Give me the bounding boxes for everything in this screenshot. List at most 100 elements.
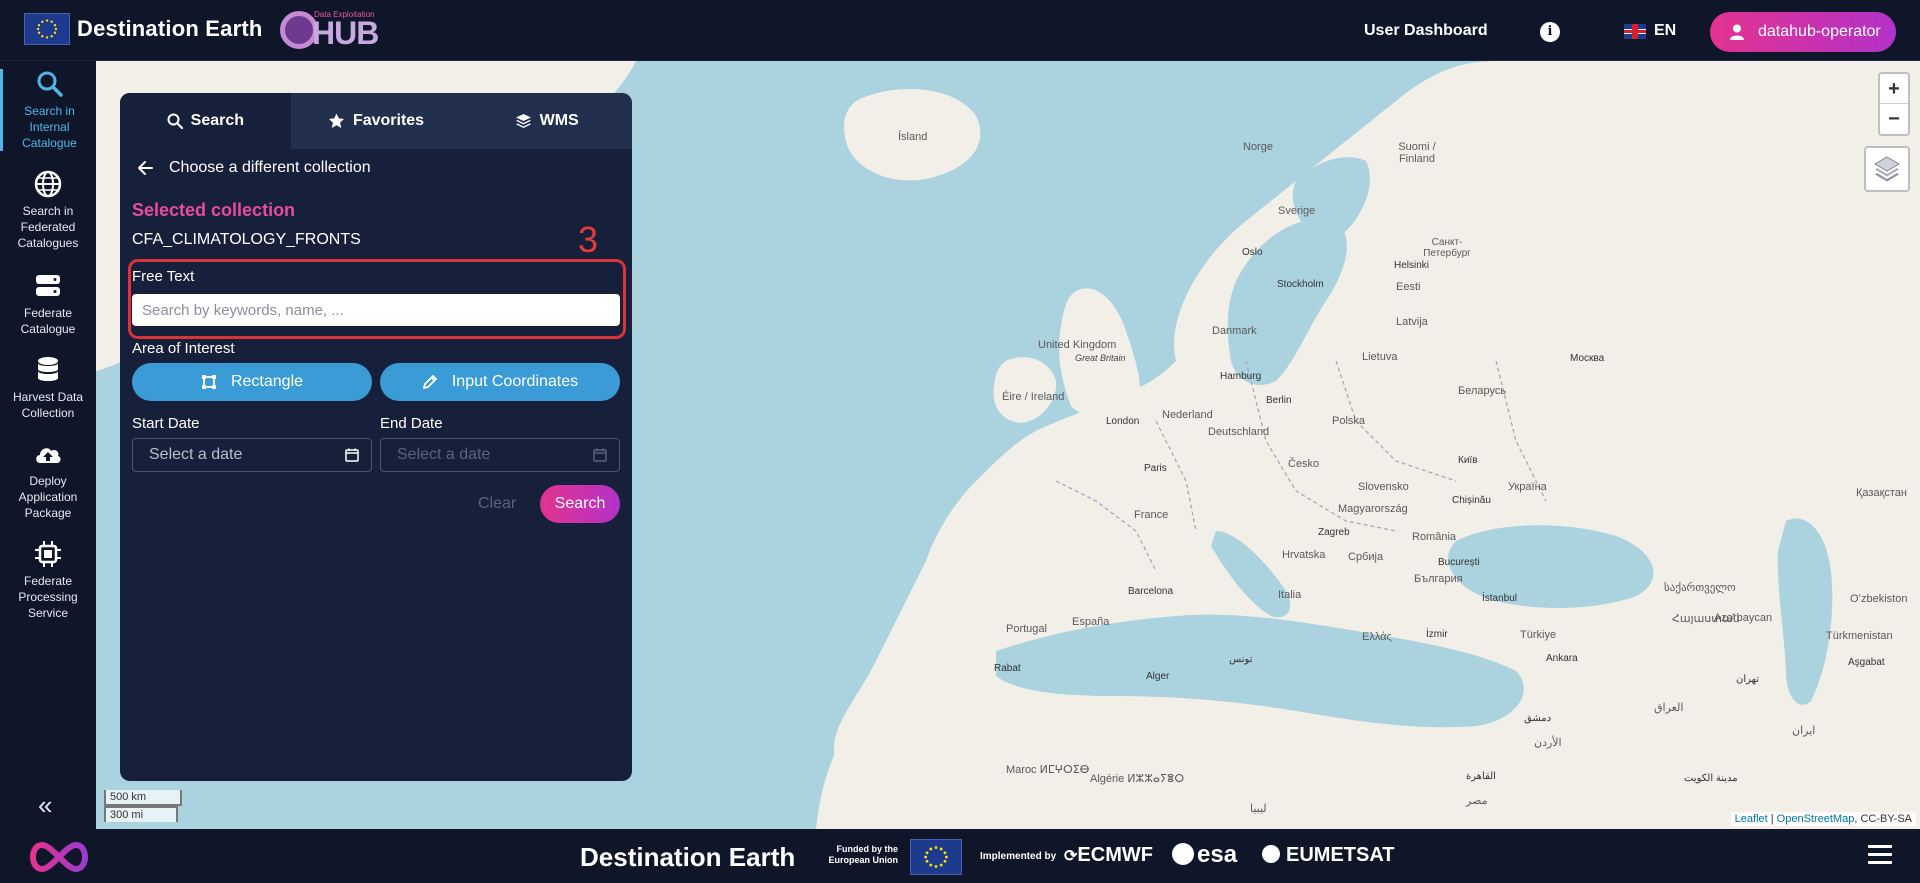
map-label: العراق [1654, 702, 1684, 714]
end-date-placeholder: Select a date [397, 446, 491, 463]
sidebar-item-internal-catalogue[interactable]: Search in Internal Catalogue [0, 69, 96, 151]
esa-icon [1172, 843, 1194, 865]
map-label: İstanbul [1482, 593, 1518, 604]
eu-flag-icon [24, 13, 70, 45]
map-label: Norge [1243, 141, 1273, 153]
tab-search[interactable]: Search [120, 93, 291, 149]
zoom-out-button[interactable]: − [1880, 104, 1908, 134]
end-date-input[interactable]: Select a date [380, 438, 620, 472]
map-label: Éire / Ireland [1002, 391, 1065, 403]
sidebar-item-label: Search in Internal Catalogue [22, 104, 77, 150]
map-label: Stockholm [1277, 279, 1324, 290]
map-label: ایران [1792, 725, 1816, 737]
osm-link[interactable]: OpenStreetMap [1777, 813, 1855, 825]
map-label: Sverige [1278, 205, 1316, 217]
calendar-icon [593, 448, 607, 462]
eu-flag-icon [910, 839, 962, 875]
map-label: Rabat [994, 663, 1021, 674]
map-label: Danmark [1212, 325, 1257, 337]
map-label: Italia [1278, 589, 1302, 601]
map-label: Hrvatska [1282, 549, 1326, 561]
sidebar-item-label: Search in Federated Catalogues [17, 204, 79, 250]
database-icon [38, 357, 58, 381]
scale-mi: 300 mi [104, 806, 178, 822]
input-coordinates-button[interactable]: Input Coordinates [380, 363, 620, 401]
map-label: ليبيا [1250, 803, 1267, 815]
star-icon [328, 113, 344, 128]
start-date-input[interactable]: Select a date [132, 438, 372, 472]
search-icon [37, 71, 63, 97]
map-label: Hamburg [1220, 371, 1262, 382]
map-label: Latvija [1396, 316, 1428, 328]
hub-logo[interactable]: Data Exploitation HUB [278, 7, 379, 53]
tab-label: Favorites [352, 112, 425, 129]
input-coordinates-label: Input Coordinates [451, 373, 579, 390]
leaflet-link[interactable]: Leaflet [1735, 813, 1768, 825]
hamburger-menu-icon[interactable] [1868, 845, 1892, 865]
funded-by-eu: Funded by the European Union [828, 844, 899, 865]
info-icon[interactable]: i [1540, 22, 1560, 42]
destine-logo-icon [30, 841, 88, 873]
tab-favorites[interactable]: Favorites [291, 93, 462, 149]
collapse-sidebar-button[interactable]: « [38, 790, 52, 821]
esa-logo: esa [1172, 841, 1237, 869]
sidebar-item-federated-catalogues[interactable]: Search in Federated Catalogues [0, 169, 96, 251]
map-label: القاهرة [1466, 771, 1496, 782]
map-label: Algérie ⵍⵣⵣⴰⵢⴻⵔ [1090, 773, 1185, 785]
language-selector[interactable]: EN [1624, 22, 1676, 40]
map-label: Ankara [1546, 653, 1578, 664]
map-label: الأردن [1534, 737, 1562, 749]
scale-km: 500 km [104, 790, 182, 806]
rectangle-icon [201, 375, 216, 389]
esa-label: esa [1197, 841, 1238, 868]
map-label: Oʻzbekiston [1850, 593, 1908, 605]
choose-collection-link[interactable]: Choose a different collection [138, 159, 371, 177]
map-label: Berlin [1266, 395, 1292, 406]
sidebar-item-federate-catalogue[interactable]: Federate Catalogue [0, 271, 96, 337]
tab-wms[interactable]: WMS [461, 93, 632, 149]
map-scale: 500 km 300 mi [104, 790, 182, 822]
layers-button[interactable] [1864, 146, 1910, 192]
user-menu-button[interactable]: datahub-operator [1710, 12, 1896, 52]
map-label: Aşgabat [1848, 657, 1885, 668]
sidebar-item-harvest-data[interactable]: Harvest Data Collection [0, 355, 96, 421]
map-label: Polska [1332, 415, 1366, 427]
chip-icon [35, 541, 61, 567]
sidebar-item-deploy-application[interactable]: Deploy Application Package [0, 439, 96, 521]
map-label: Türkmenistan [1826, 630, 1893, 642]
map-label: Türkiye [1520, 629, 1557, 641]
map-label: Deutschland [1208, 426, 1270, 438]
map-label: България [1414, 573, 1463, 585]
map-label: Barcelona [1128, 586, 1174, 597]
clear-button[interactable]: Clear [478, 495, 516, 513]
search-icon [167, 113, 183, 129]
search-button[interactable]: Search [540, 485, 620, 523]
map-label: Magyarország [1338, 503, 1408, 515]
zoom-in-button[interactable]: + [1880, 74, 1908, 104]
search-panel: Search Favorites WMS Choose a different … [120, 93, 632, 781]
start-date-label: Start Date [132, 415, 200, 432]
eumetsat-label: EUMETSAT [1286, 844, 1395, 866]
map-label: Slovensko [1358, 481, 1409, 493]
user-dashboard-link[interactable]: User Dashboard [1364, 22, 1488, 40]
map-label: Nederland [1162, 409, 1213, 421]
free-text-input[interactable] [132, 294, 620, 326]
map-label: España [1072, 616, 1110, 628]
map-label: România [1412, 531, 1457, 543]
sidebar-item-label: Federate Processing Service [18, 574, 78, 620]
map-label: Portugal [1006, 623, 1047, 635]
map-label: Lietuva [1362, 351, 1398, 363]
map-label: Беларусь [1458, 385, 1507, 397]
map-label: Oslo [1242, 247, 1263, 258]
rectangle-button[interactable]: Rectangle [132, 363, 372, 401]
sidebar-item-federate-processing[interactable]: Federate Processing Service [0, 539, 96, 621]
map-label: Ελλάς [1362, 631, 1392, 643]
implemented-by: Implemented by [980, 851, 1057, 862]
selected-collection-label: Selected collection [132, 200, 296, 220]
map-label: Україна [1508, 481, 1547, 493]
zoom-control: + − [1878, 72, 1910, 136]
start-date-placeholder: Select a date [149, 446, 243, 463]
hub-label: HUB [312, 15, 379, 51]
map-label: Москва [1570, 353, 1605, 364]
app-brand[interactable]: Destination Earth [77, 16, 263, 42]
